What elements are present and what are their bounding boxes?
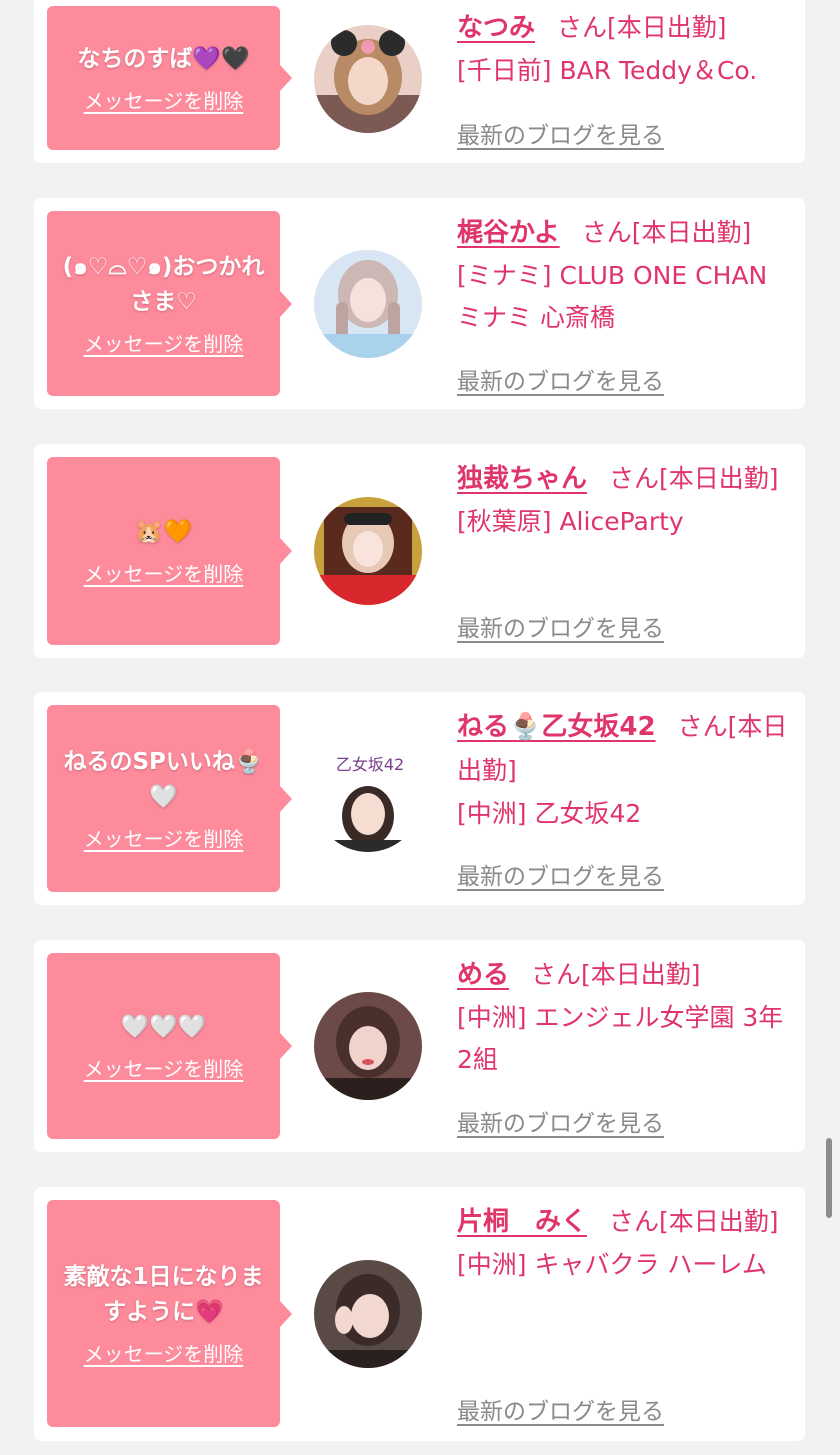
list-item: 🤍🤍🤍 メッセージを削除 める さん[本日出勤] [中洲] エンジェル女学園 3年… <box>34 940 805 1152</box>
delete-message-link[interactable]: メッセージを削除 <box>84 1338 244 1367</box>
list-item: なちのすば💜🖤 メッセージを削除 なつみ さん[本日出勤] [千日前] BAR T… <box>34 0 805 163</box>
message-text: ねるのSPいいね🍨🤍 <box>63 749 264 810</box>
message-text: 素敵な1日になりますように💗 <box>63 1264 264 1325</box>
favorites-message-list: なちのすば💜🖤 メッセージを削除 なつみ さん[本日出勤] [千日前] BAR T… <box>0 0 840 1455</box>
list-item: 🐹🧡 メッセージを削除 独裁ちゃん さん[本日出勤] [秋葉原] AlicePar… <box>34 444 805 658</box>
message-bubble: 素敵な1日になりますように💗 メッセージを削除 <box>47 1200 292 1427</box>
message-text: (๑♡⌓♡๑)おつかれさま♡ <box>62 254 265 315</box>
shop-name: [中洲] キャバクラ ハーレム <box>457 1250 767 1279</box>
latest-blog-link[interactable]: 最新のブログを見る <box>457 609 664 643</box>
message-bubble: 🤍🤍🤍 メッセージを削除 <box>47 953 292 1139</box>
avatar[interactable] <box>314 1260 422 1368</box>
latest-blog-link[interactable]: 最新のブログを見る <box>457 857 664 891</box>
profile-photo-icon <box>314 992 422 1100</box>
avatar[interactable]: 乙女坂42 <box>314 744 422 852</box>
delete-message-link[interactable]: メッセージを削除 <box>84 85 244 114</box>
shop-name: [ミナミ] CLUB ONE CHAN ミナミ 心斎橋 <box>457 261 768 332</box>
avatar-caption: 乙女坂42 <box>336 755 404 774</box>
attendance-status: [本日出勤] <box>631 218 752 247</box>
honorific: さん <box>557 13 608 42</box>
cast-name-line: 梶谷かよ さん[本日出勤] <box>457 211 792 255</box>
cast-info: なつみ さん[本日出勤] [千日前] BAR Teddy＆Co. <box>457 6 792 92</box>
profile-photo-icon: 乙女坂42 <box>314 744 422 852</box>
cast-name-link[interactable]: 独裁ちゃん <box>457 464 587 494</box>
profile-photo-icon <box>314 25 422 133</box>
latest-blog-link[interactable]: 最新のブログを見る <box>457 1392 664 1426</box>
cast-info: 片桐 みく さん[本日出勤] [中洲] キャバクラ ハーレム <box>457 1200 792 1286</box>
cast-name-link[interactable]: なつみ <box>457 13 535 43</box>
shop-name: [中洲] エンジェル女学園 3年2組 <box>457 1003 784 1074</box>
shop-name: [千日前] BAR Teddy＆Co. <box>457 56 758 85</box>
cast-name-line: 独裁ちゃん さん[本日出勤] <box>457 457 792 501</box>
cast-name-link[interactable]: 梶谷かよ <box>457 218 560 248</box>
shop-name: [中洲] 乙女坂42 <box>457 799 642 828</box>
delete-message-link[interactable]: メッセージを削除 <box>84 328 244 357</box>
attendance-status: [本日出勤] <box>607 13 727 42</box>
latest-blog-link[interactable]: 最新のブログを見る <box>457 362 664 396</box>
cast-info: ねる🍨乙女坂42 さん[本日出勤] [中洲] 乙女坂42 <box>457 705 792 835</box>
honorific: さん <box>677 712 728 741</box>
cast-name-line: なつみ さん[本日出勤] <box>457 6 792 50</box>
latest-blog-link[interactable]: 最新のブログを見る <box>457 1104 664 1138</box>
cast-name-link[interactable]: める <box>457 960 509 990</box>
cast-info: 独裁ちゃん さん[本日出勤] [秋葉原] AliceParty <box>457 457 792 543</box>
attendance-status: [本日出勤] <box>581 960 701 989</box>
avatar[interactable] <box>314 250 422 358</box>
cast-info: 梶谷かよ さん[本日出勤] [ミナミ] CLUB ONE CHAN ミナミ 心斎橋 <box>457 211 792 339</box>
honorific: さん <box>609 1207 660 1236</box>
attendance-status: [本日出勤] <box>659 1207 779 1236</box>
profile-photo-icon <box>314 250 422 358</box>
cast-name-link[interactable]: ねる🍨乙女坂42 <box>457 712 656 742</box>
honorific: さん <box>581 218 632 247</box>
attendance-status: [本日出勤] <box>659 464 779 493</box>
cast-info: める さん[本日出勤] [中洲] エンジェル女学園 3年2組 <box>457 953 792 1081</box>
list-item: ねるのSPいいね🍨🤍 メッセージを削除 乙女坂42 ねる🍨乙女坂42 さん[本日出… <box>34 692 805 905</box>
profile-photo-icon <box>314 1260 422 1368</box>
honorific: さん <box>609 464 660 493</box>
message-bubble: 🐹🧡 メッセージを削除 <box>47 457 292 645</box>
honorific: さん <box>531 960 582 989</box>
cast-name-line: ねる🍨乙女坂42 さん[本日出勤] <box>457 705 792 793</box>
delete-message-link[interactable]: メッセージを削除 <box>84 1053 244 1082</box>
message-bubble: ねるのSPいいね🍨🤍 メッセージを削除 <box>47 705 292 892</box>
cast-name-line: める さん[本日出勤] <box>457 953 792 997</box>
message-text: なちのすば💜🖤 <box>77 46 250 72</box>
shop-name: [秋葉原] AliceParty <box>457 507 684 536</box>
list-item: 素敵な1日になりますように💗 メッセージを削除 片桐 みく さん[本日出勤] [中… <box>34 1187 805 1441</box>
delete-message-link[interactable]: メッセージを削除 <box>84 558 244 587</box>
message-text: 🐹🧡 <box>134 519 193 545</box>
message-bubble: なちのすば💜🖤 メッセージを削除 <box>47 6 292 150</box>
cast-name-line: 片桐 みく さん[本日出勤] <box>457 1200 792 1244</box>
message-text: 🤍🤍🤍 <box>120 1014 207 1040</box>
list-item: (๑♡⌓♡๑)おつかれさま♡ メッセージを削除 梶谷かよ さん[本日出勤] [ミナ… <box>34 198 805 409</box>
latest-blog-link[interactable]: 最新のブログを見る <box>457 116 664 150</box>
scrollbar[interactable] <box>826 1138 832 1218</box>
delete-message-link[interactable]: メッセージを削除 <box>84 823 244 852</box>
cast-name-link[interactable]: 片桐 みく <box>457 1207 587 1237</box>
avatar[interactable] <box>314 992 422 1100</box>
avatar[interactable] <box>314 25 422 133</box>
message-bubble: (๑♡⌓♡๑)おつかれさま♡ メッセージを削除 <box>47 211 292 396</box>
profile-photo-icon <box>314 497 422 605</box>
avatar[interactable] <box>314 497 422 605</box>
